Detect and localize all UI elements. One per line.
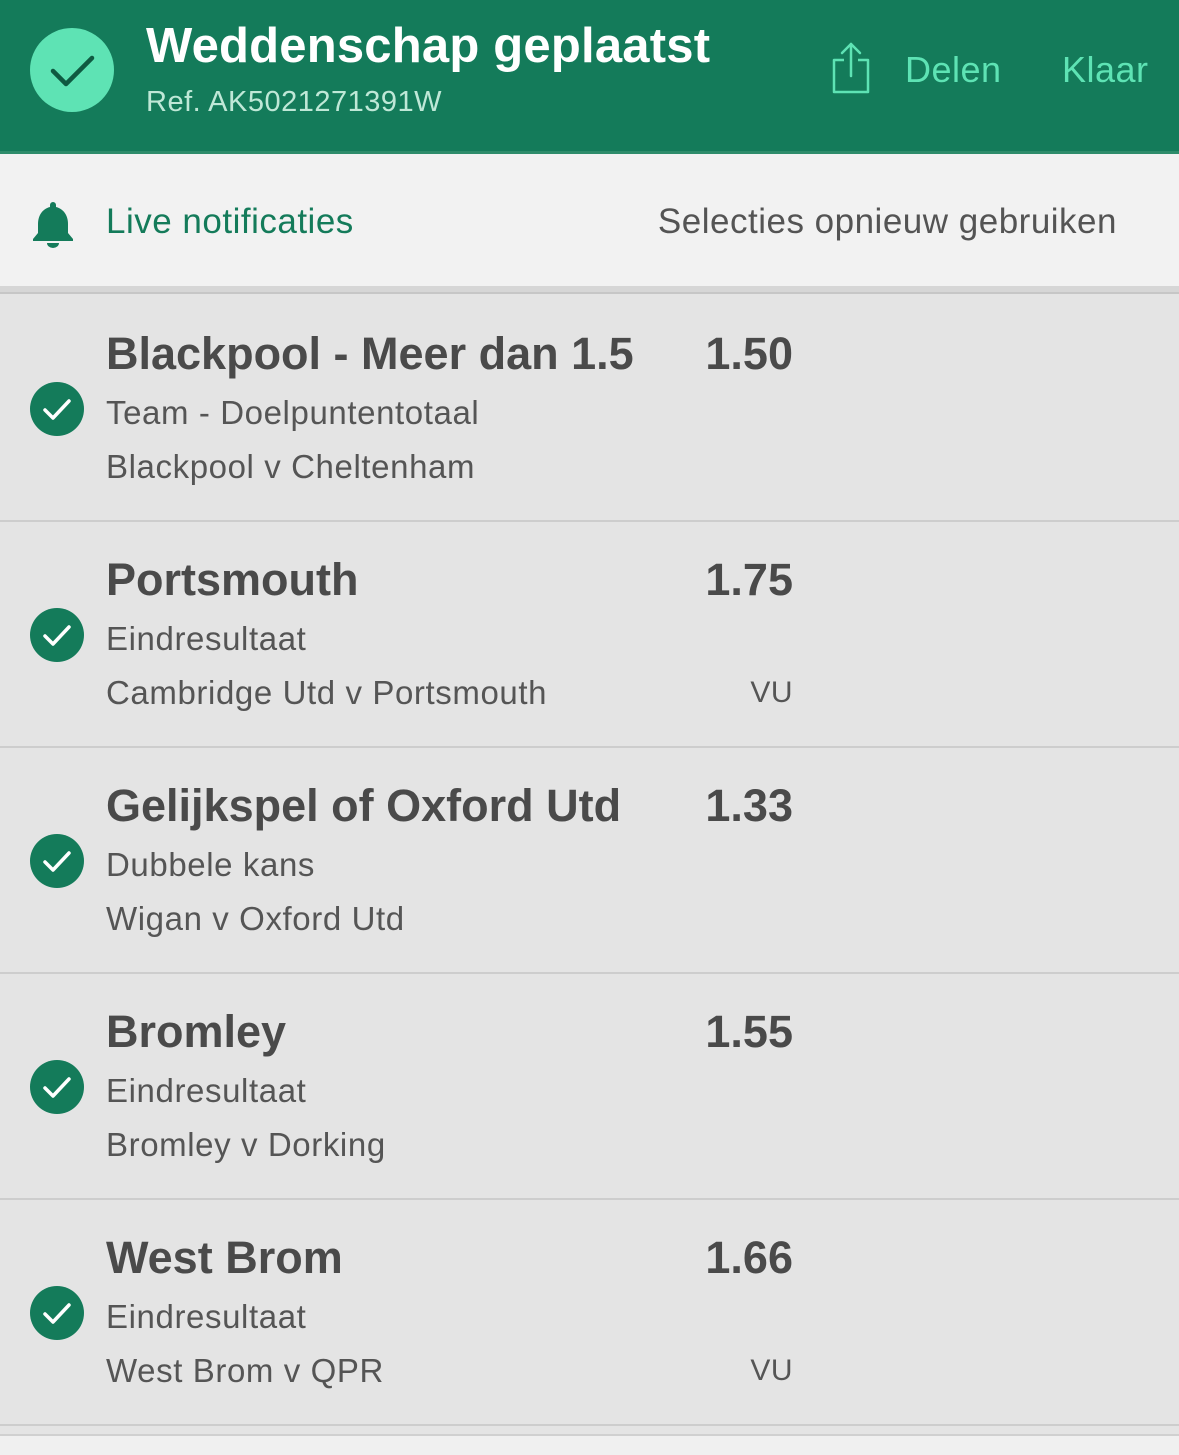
notification-bar: Live notificaties Selecties opnieuw gebr… [0,154,1179,286]
selection-event: Bromley v Dorking [106,1126,386,1163]
selection-market: Dubbele kans [106,846,316,883]
check-icon [30,834,84,888]
selection-market: Eindresultaat [106,1072,307,1109]
selection-item: Bromley 1.55 Eindresultaat Bromley v Dor… [0,974,1179,1200]
check-icon [30,382,84,436]
share-icon[interactable] [830,42,872,94]
selection-event: Cambridge Utd v Portsmouth [106,674,548,711]
selection-market: Eindresultaat [106,1298,307,1335]
selection-name: Gelijkspel of Oxford Utd [106,780,622,831]
selection-odds: 1.33 [705,780,793,831]
bet-placed-header: Weddenschap geplaatst Ref. AK5021271391W… [0,0,1179,151]
selection-name: Portsmouth [106,554,359,605]
page-title: Weddenschap geplaatst [146,19,711,73]
selection-item: West Brom 1.66 Eindresultaat West Brom v… [0,1200,1179,1426]
selection-name: Blackpool - Meer dan 1.5 [106,328,634,379]
selection-item: Blackpool - Meer dan 1.5 1.50 Team - Doe… [0,296,1179,522]
selection-odds: 1.75 [705,554,793,605]
check-icon [30,1286,84,1340]
selection-list: Blackpool - Meer dan 1.5 1.50 Team - Doe… [0,296,1179,1426]
selection-odds: 1.66 [705,1232,793,1283]
selection-item: Gelijkspel of Oxford Utd 1.33 Dubbele ka… [0,748,1179,974]
selection-market: Team - Doelpuntentotaal [106,394,480,431]
selection-item: Portsmouth 1.75 Eindresultaat Cambridge … [0,522,1179,748]
selection-name: West Brom [106,1232,343,1283]
selection-event: West Brom v QPR [106,1352,384,1389]
live-notifications-toggle[interactable]: Live notificaties [106,202,354,242]
selection-event: Blackpool v Cheltenham [106,448,476,485]
divider [0,286,1179,294]
reuse-selections-button[interactable]: Selecties opnieuw gebruiken [658,202,1117,242]
bell-icon[interactable] [30,200,76,248]
bottom-strip [0,1434,1179,1455]
selection-name: Bromley [106,1006,287,1057]
selection-odds: 1.55 [705,1006,793,1057]
selection-status: VU [750,676,793,709]
share-button[interactable]: Delen [905,49,1002,91]
bet-reference: Ref. AK5021271391W [146,86,442,118]
check-icon [30,28,114,112]
selection-status: VU [750,1354,793,1387]
check-icon [30,1060,84,1114]
done-button[interactable]: Klaar [1062,49,1149,91]
selection-market: Eindresultaat [106,620,307,657]
check-icon [30,608,84,662]
selection-odds: 1.50 [705,328,793,379]
selection-event: Wigan v Oxford Utd [106,900,405,937]
